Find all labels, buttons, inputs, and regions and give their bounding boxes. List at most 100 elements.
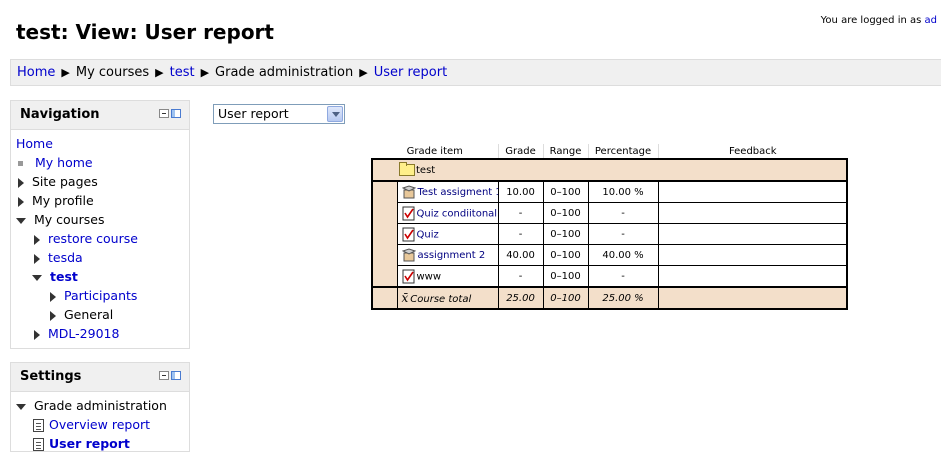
nav-participants-link[interactable]: Participants	[64, 288, 137, 303]
login-info: You are logged in as ad	[821, 15, 937, 26]
range-cell: 0–100	[542, 223, 589, 245]
breadcrumb-test[interactable]: test	[170, 65, 195, 80]
header-grade: Grade	[497, 144, 544, 159]
collapse-tree-icon[interactable]	[16, 403, 26, 410]
block-controls	[159, 371, 181, 382]
block-controls	[159, 109, 181, 120]
assignment-icon	[401, 248, 416, 262]
table-row: assignment 2 40.00 0–100 40.00 %	[371, 244, 849, 266]
quiz-icon	[402, 227, 414, 241]
range-cell: 0–100	[542, 265, 589, 288]
nav-home-link[interactable]: Home	[16, 136, 53, 151]
nav-tesda-link[interactable]: tesda	[48, 250, 83, 265]
settings-block: Settings Grade administration Overview r…	[10, 362, 190, 452]
nav-participants[interactable]: Participants	[50, 287, 137, 305]
grade-item-cell: www	[396, 265, 499, 288]
grade-cell: 10.00	[497, 180, 544, 203]
report-type-select[interactable]: User report	[213, 104, 345, 124]
nav-mdl-link[interactable]: MDL-29018	[48, 326, 119, 341]
grade-cell: -	[497, 202, 544, 224]
login-prefix: You are logged in as	[820, 15, 922, 26]
expand-icon[interactable]	[34, 253, 40, 264]
collapse-icon[interactable]	[159, 371, 169, 380]
grade-item-link[interactable]: Quiz	[417, 229, 439, 240]
settings-block-header: Settings	[11, 363, 189, 392]
grade-item-link[interactable]: Test assigment 1	[418, 187, 498, 198]
range-cell: 0–100	[542, 244, 589, 266]
nav-test-link[interactable]: test	[50, 269, 78, 284]
collapse-tree-icon[interactable]	[16, 217, 26, 224]
nav-my-courses[interactable]: My courses	[16, 211, 104, 229]
collapse-icon[interactable]	[159, 109, 169, 118]
dock-icon[interactable]	[171, 109, 181, 118]
header-grade-item: Grade item	[372, 144, 499, 159]
nav-site-pages[interactable]: Site pages	[18, 173, 98, 191]
assignment-icon	[401, 185, 416, 199]
nav-my-profile-label: My profile	[32, 193, 94, 208]
nav-general[interactable]: General	[50, 306, 113, 324]
quiz-icon	[402, 269, 414, 283]
indent-cell	[371, 265, 398, 287]
nav-restore-course[interactable]: restore course	[34, 230, 138, 248]
report-type-select-value: User report	[218, 106, 289, 121]
table-row: Quiz condiitonal - 0–100 -	[371, 202, 849, 224]
course-total-name: Course total	[410, 294, 472, 305]
header-percentage: Percentage	[587, 144, 659, 159]
expand-icon[interactable]	[34, 234, 40, 245]
nav-home[interactable]: Home	[16, 135, 53, 153]
breadcrumb-grade-administration: Grade administration	[215, 65, 354, 80]
range-cell: 0–100	[542, 180, 589, 203]
expand-icon[interactable]	[50, 291, 56, 302]
login-user-link[interactable]: ad	[925, 15, 937, 26]
category-name: test	[416, 165, 436, 176]
settings-block-title: Settings	[20, 369, 82, 384]
feedback-cell	[657, 265, 849, 288]
breadcrumb-my-courses: My courses	[75, 65, 150, 80]
nav-my-home-link[interactable]: My home	[35, 155, 93, 170]
breadcrumb-user-report[interactable]: User report	[374, 65, 447, 80]
grade-item-link[interactable]: assignment 2	[418, 250, 486, 261]
nav-tesda[interactable]: tesda	[34, 249, 83, 267]
expand-icon[interactable]	[34, 329, 40, 340]
navigation-block-title: Navigation	[20, 107, 100, 122]
breadcrumb-home[interactable]: Home	[17, 65, 55, 80]
category-row: test	[370, 158, 849, 182]
grade-report-table: Grade item Grade Range Percentage Feedba…	[370, 144, 849, 310]
grade-cell: 25.00	[497, 286, 544, 310]
nav-test[interactable]: test	[32, 268, 78, 286]
percentage-cell: -	[587, 202, 659, 224]
settings-user-report[interactable]: User report	[33, 435, 130, 453]
settings-overview-report[interactable]: Overview report	[33, 416, 150, 434]
navigation-block: Navigation Home My home Site pages My pr…	[10, 100, 190, 349]
percentage-cell: 10.00 %	[587, 180, 659, 203]
grade-item-link[interactable]: Quiz condiitonal	[417, 208, 498, 219]
header-range: Range	[542, 144, 589, 159]
settings-grade-admin[interactable]: Grade administration	[16, 397, 167, 415]
nav-my-home[interactable]: My home	[17, 154, 93, 172]
bullet-icon	[18, 161, 23, 166]
grade-item-cell: Quiz	[396, 223, 499, 245]
breadcrumb: Home ▶ My courses ▶ test ▶ Grade adminis…	[10, 59, 941, 86]
nav-mdl-29018[interactable]: MDL-29018	[34, 325, 119, 343]
course-total-row: x̄ Course total 25.00 0–100 25.00 %	[371, 286, 849, 310]
settings-overview-report-link[interactable]: Overview report	[49, 417, 150, 432]
indent-cell	[371, 223, 398, 245]
grade-cell: -	[497, 265, 544, 288]
nav-my-profile[interactable]: My profile	[18, 192, 94, 210]
settings-user-report-link[interactable]: User report	[49, 436, 130, 451]
collapse-tree-icon[interactable]	[32, 274, 42, 281]
nav-my-courses-label: My courses	[34, 212, 105, 227]
feedback-cell	[657, 223, 849, 245]
nav-restore-course-link[interactable]: restore course	[48, 231, 138, 246]
indent-cell	[371, 181, 398, 203]
feedback-cell	[657, 244, 849, 266]
expand-icon[interactable]	[50, 310, 56, 321]
breadcrumb-separator: ▶	[359, 66, 368, 79]
expand-icon[interactable]	[18, 177, 24, 188]
expand-icon[interactable]	[18, 196, 24, 207]
chevron-down-icon[interactable]	[327, 106, 343, 122]
quiz-icon	[402, 206, 414, 220]
dock-icon[interactable]	[171, 371, 181, 380]
feedback-cell	[657, 202, 849, 224]
category-cell: test	[370, 158, 849, 182]
